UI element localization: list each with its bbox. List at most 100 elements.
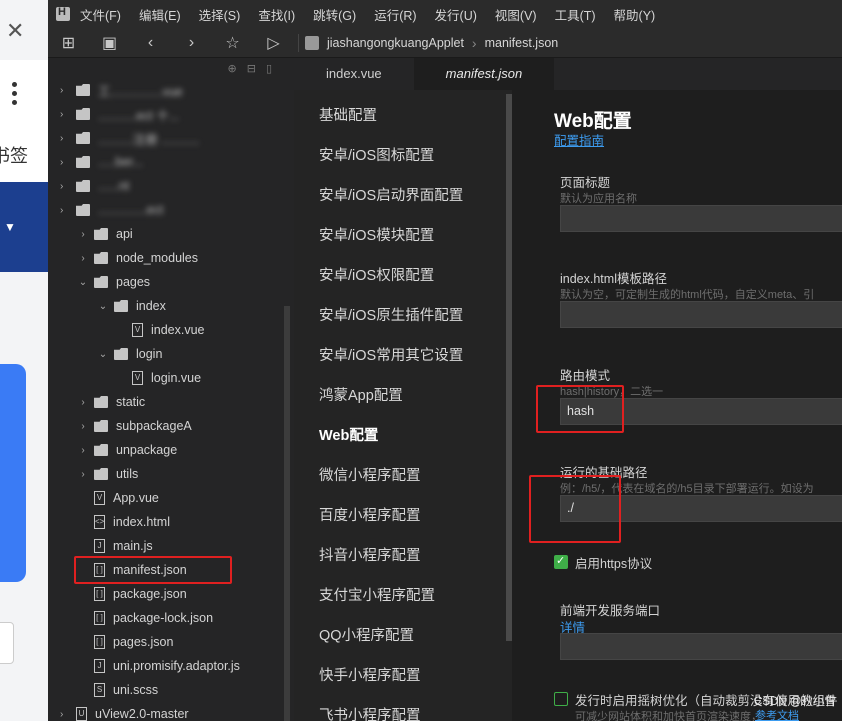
breadcrumb-project[interactable]: jiashangongkuangApplet — [327, 36, 464, 50]
tree-row-redacted[interactable]: › ......nt — [48, 174, 286, 198]
menu-item-7[interactable]: 视图(V) — [495, 5, 537, 24]
menu-item-0[interactable]: 文件(F) — [80, 5, 121, 24]
menu-item-6[interactable]: 发行(U) — [435, 5, 477, 24]
folder-icon — [76, 180, 90, 192]
tree-row-utils[interactable]: › utils — [48, 462, 286, 486]
page-title-input[interactable] — [560, 205, 842, 232]
chevron-down-icon[interactable]: ⌄ — [98, 301, 108, 312]
tree-row-login-vue[interactable]: Vlogin.vue — [48, 366, 286, 390]
tree-row-uni-promisify-adaptor-js[interactable]: Juni.promisify.adaptor.js — [48, 654, 286, 678]
menu-item-5[interactable]: 运行(R) — [374, 5, 416, 24]
save-icon[interactable]: ▣ — [89, 33, 130, 53]
menu-item-1[interactable]: 编辑(E) — [139, 5, 181, 24]
nav-item-6[interactable]: 安卓/iOS常用其它设置 — [319, 344, 463, 365]
forward-icon[interactable]: › — [171, 34, 212, 52]
json-file-icon: [ ] — [94, 611, 105, 625]
nav-item-15[interactable]: 飞书小程序配置 — [319, 704, 421, 721]
hbuilder-window: 文件(F) 编辑(E) 选择(S) 查找(I) 跳转(G) 运行(R) 发行(U) 视图(V)… — [48, 0, 842, 721]
tree-row-package-lock-json[interactable]: [ ] package-lock.json — [48, 606, 286, 630]
tree-shaking-doc-link[interactable]: 参考文档 — [755, 707, 799, 721]
chevron-right-icon[interactable]: › — [60, 205, 70, 216]
nav-item-9[interactable]: 微信小程序配置 — [319, 464, 421, 485]
tree-row-uview-root[interactable]: › UuView2.0-master — [48, 702, 286, 721]
browser-blue-card — [0, 364, 26, 582]
tree-row-package-json[interactable]: [ ] package.json — [48, 582, 286, 606]
collapse-icon[interactable]: ⊟ — [247, 62, 256, 75]
chevron-right-icon[interactable]: › — [60, 109, 70, 120]
explorer-scrollbar[interactable] — [284, 306, 290, 721]
more-vertical-icon[interactable] — [12, 82, 18, 109]
nav-item-4[interactable]: 安卓/iOS权限配置 — [319, 264, 434, 285]
https-checkbox[interactable] — [554, 554, 568, 569]
tree-row-node-modules[interactable]: › node_modules — [48, 246, 286, 270]
nav-item-5[interactable]: 安卓/iOS原生插件配置 — [319, 304, 463, 325]
tree-shaking-hint: 可减少网站体积和加快首页渲染速度， — [575, 711, 762, 721]
nav-item-8[interactable]: Web配置 — [319, 424, 378, 445]
tree-row-redacted[interactable]: › ...........ect 十... — [48, 102, 286, 126]
tree-row-uni-scss[interactable]: Suni.scss — [48, 678, 286, 702]
folder-icon — [114, 348, 128, 360]
explorer-header: ⊕ ⊟ ▯ — [48, 58, 286, 78]
back-icon[interactable]: ‹ — [130, 34, 171, 52]
chevron-down-icon[interactable]: ⌄ — [78, 277, 88, 288]
tree-row-pages-json[interactable]: [ ] pages.json — [48, 630, 286, 654]
tree-row-static[interactable]: › static — [48, 390, 286, 414]
menu-item-2[interactable]: 选择(S) — [199, 5, 241, 24]
close-icon[interactable]: ✕ — [6, 18, 24, 44]
nav-item-7[interactable]: 鸿蒙App配置 — [319, 384, 403, 405]
nav-item-14[interactable]: 快手小程序配置 — [319, 664, 421, 685]
chevron-right-icon[interactable]: › — [78, 253, 88, 264]
nav-item-1[interactable]: 安卓/iOS图标配置 — [319, 144, 434, 165]
tree-row-redacted[interactable]: › 工...............vue — [48, 78, 286, 102]
tree-row-pages[interactable]: ⌄ pages — [48, 270, 286, 294]
chevron-down-icon[interactable]: ▼ — [4, 220, 16, 234]
nav-item-0[interactable]: 基础配置 — [319, 104, 377, 125]
chevron-right-icon[interactable]: › — [78, 445, 88, 456]
nav-item-12[interactable]: 支付宝小程序配置 — [319, 584, 435, 605]
nav-item-2[interactable]: 安卓/iOS启动界面配置 — [319, 184, 463, 205]
chevron-right-icon[interactable]: › — [60, 709, 70, 720]
tree-row-redacted[interactable]: › ..........注册 ........... — [48, 126, 286, 150]
nav-item-11[interactable]: 抖音小程序配置 — [319, 544, 421, 565]
chevron-right-icon[interactable]: › — [60, 157, 70, 168]
config-guide-link[interactable]: 配置指南 — [554, 130, 604, 149]
nav-item-3[interactable]: 安卓/iOS模块配置 — [319, 224, 434, 245]
tree-shaking-checkbox[interactable] — [554, 692, 568, 706]
layout-icon[interactable]: ▯ — [266, 62, 272, 75]
chevron-right-icon[interactable]: › — [78, 469, 88, 480]
dev-port-input[interactable] — [560, 633, 842, 660]
run-icon[interactable]: ▷ — [253, 33, 294, 53]
menu-item-9[interactable]: 帮助(Y) — [614, 5, 656, 24]
tree-row-index-vue[interactable]: Vindex.vue — [48, 318, 286, 342]
chevron-right-icon[interactable]: › — [78, 421, 88, 432]
tree-row-subpackagea[interactable]: › subpackageA — [48, 414, 286, 438]
chevron-right-icon[interactable]: › — [60, 181, 70, 192]
tree-row-redacted[interactable]: › ..............ect — [48, 198, 286, 222]
nav-item-10[interactable]: 百度小程序配置 — [319, 504, 421, 525]
chevron-right-icon[interactable]: › — [60, 85, 70, 96]
menu-item-4[interactable]: 跳转(G) — [313, 5, 356, 24]
template-path-input[interactable] — [560, 301, 842, 328]
menu-item-3[interactable]: 查找(I) — [258, 5, 295, 24]
tree-row-main-js[interactable]: Jmain.js — [48, 534, 286, 558]
chevron-down-icon[interactable]: ⌄ — [98, 349, 108, 360]
tree-row-app-vue[interactable]: V App.vue — [48, 486, 286, 510]
tree-row-login[interactable]: ⌄ login — [48, 342, 286, 366]
menu-item-8[interactable]: 工具(T) — [555, 5, 596, 24]
tree-row-api[interactable]: › api — [48, 222, 286, 246]
chevron-right-icon[interactable]: › — [78, 397, 88, 408]
chevron-right-icon[interactable]: › — [78, 229, 88, 240]
chevron-right-icon[interactable]: › — [60, 133, 70, 144]
tree-row-redacted[interactable]: › .....ber... — [48, 150, 286, 174]
vue-file-icon: V — [132, 371, 143, 385]
new-file-icon[interactable]: ⊞ — [48, 33, 89, 53]
nav-item-13[interactable]: QQ小程序配置 — [319, 624, 414, 645]
star-icon[interactable]: ☆ — [212, 33, 253, 53]
tab-index-vue[interactable]: index.vue — [294, 58, 414, 90]
tree-row-index-html[interactable]: <> index.html — [48, 510, 286, 534]
tab-manifest-json[interactable]: manifest.json — [413, 58, 555, 90]
tree-row-index[interactable]: ⌄ index — [48, 294, 286, 318]
tree-row-unpackage[interactable]: › unpackage — [48, 438, 286, 462]
breadcrumb-file[interactable]: manifest.json — [485, 36, 559, 50]
locate-icon[interactable]: ⊕ — [228, 62, 237, 75]
